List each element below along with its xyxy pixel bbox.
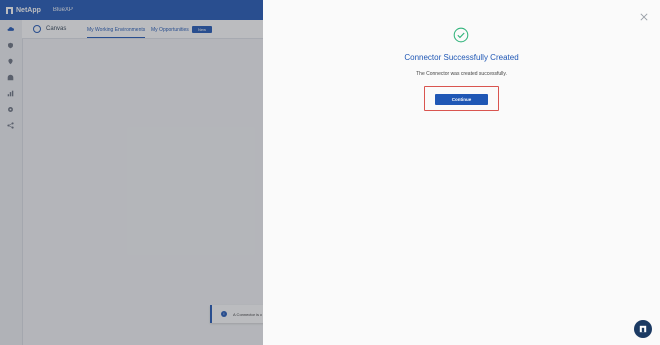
success-check-icon [453, 27, 469, 43]
dialog-message: The Connector was created successfully. [416, 71, 507, 77]
close-icon[interactable] [640, 8, 648, 21]
modal-overlay [0, 0, 263, 345]
continue-button[interactable]: Continue [435, 94, 488, 105]
chat-button[interactable] [634, 320, 652, 338]
netapp-chat-icon [639, 325, 647, 333]
dialog-title: Connector Successfully Created [404, 53, 519, 62]
connector-created-panel: Connector Successfully Created The Conne… [263, 0, 660, 345]
